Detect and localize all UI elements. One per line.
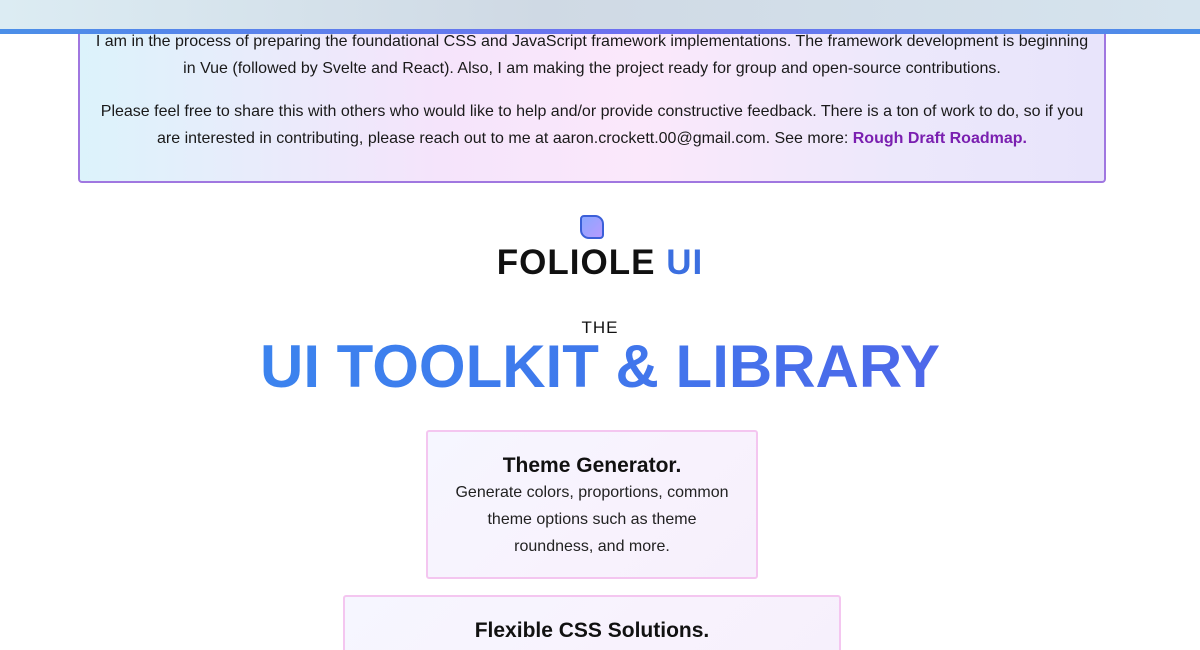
leaf-logo-icon[interactable] [580, 215, 604, 239]
hero-title: UI TOOLKIT & LIBRARY [0, 332, 1200, 401]
roadmap-link[interactable]: Rough Draft Roadmap. [853, 130, 1027, 147]
top-header-bar [0, 0, 1200, 34]
brand-name[interactable]: FOLIOLE UI [0, 243, 1200, 283]
feature-card-title: Theme Generator. [502, 454, 682, 477]
feature-card-title: Flexible CSS Solutions. [474, 619, 710, 642]
brand-name-primary: FOLIOLE [496, 243, 656, 282]
notice-paragraph-framework: I am in the process of preparing the fou… [95, 33, 1089, 77]
notice-paragraph-contribute: Please feel free to share this with othe… [94, 98, 1090, 152]
feature-card-theme-generator: Theme Generator. Generate colors, propor… [426, 430, 758, 579]
feature-card-flexible-css: Flexible CSS Solutions. [343, 595, 841, 650]
feature-card-description: Generate colors, proportions, common the… [455, 484, 729, 555]
brand-name-accent: UI [666, 243, 704, 282]
header-accent-line [0, 29, 1200, 34]
project-notice-box: I am in the process of preparing the fou… [78, 10, 1106, 183]
